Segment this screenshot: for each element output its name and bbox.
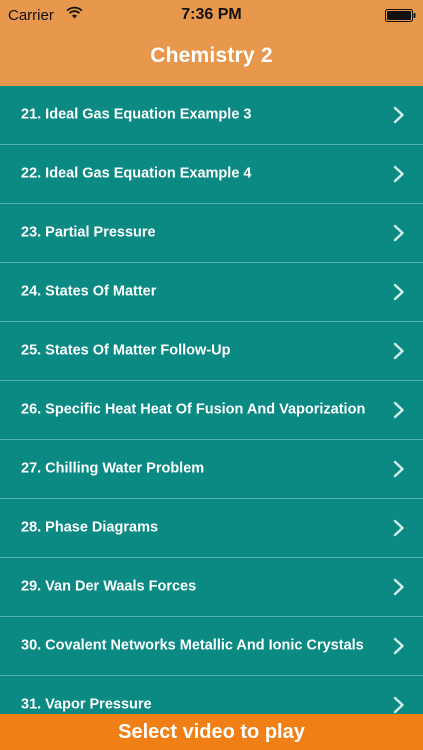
page-title: Chemistry 2 (150, 44, 273, 67)
list-item-label: 21. Ideal Gas Equation Example 3 (21, 106, 252, 123)
list-item-label: 24. States Of Matter (21, 283, 157, 300)
list-item-label: 31. Vapor Pressure (21, 696, 152, 713)
chevron-right-icon (393, 637, 404, 655)
chevron-right-icon (393, 401, 404, 419)
list-item-label: 29. Van Der Waals Forces (21, 578, 197, 595)
footer-label: Select video to play (118, 721, 305, 743)
list-item[interactable]: 21. Ideal Gas Equation Example 3 (0, 86, 423, 145)
list-item-label: 25. States Of Matter Follow-Up (21, 342, 231, 359)
list-item-label: 22. Ideal Gas Equation Example 4 (21, 165, 252, 182)
list-item-label: 28. Phase Diagrams (21, 519, 159, 536)
list-item[interactable]: 23. Partial Pressure (0, 204, 423, 263)
list-item[interactable]: 31. Vapor Pressure (0, 676, 423, 714)
select-video-banner: Select video to play (0, 714, 423, 750)
list-item[interactable]: 28. Phase Diagrams (0, 499, 423, 558)
list-item[interactable]: 22. Ideal Gas Equation Example 4 (0, 145, 423, 204)
chevron-right-icon (393, 283, 404, 301)
list-item-label: 27. Chilling Water Problem (21, 460, 205, 477)
list-item-label: 30. Covalent Networks Metallic And Ionic… (21, 637, 364, 654)
list-item[interactable]: 29. Van Der Waals Forces (0, 558, 423, 617)
list-item[interactable]: 27. Chilling Water Problem (0, 440, 423, 499)
clock-time: 7:36 PM (181, 6, 242, 23)
chevron-right-icon (393, 106, 404, 124)
video-list[interactable]: 21. Ideal Gas Equation Example 3 22. Ide… (0, 86, 423, 714)
chevron-right-icon (393, 342, 404, 360)
navigation-bar: Chemistry 2 (0, 30, 423, 87)
chevron-right-icon (393, 578, 404, 596)
chevron-right-icon (393, 165, 404, 183)
list-item-label: 26. Specific Heat Heat Of Fusion And Vap… (21, 401, 366, 418)
list-item[interactable]: 25. States Of Matter Follow-Up (0, 322, 423, 381)
chevron-right-icon (393, 519, 404, 537)
chevron-right-icon (393, 696, 404, 714)
list-item-label: 23. Partial Pressure (21, 224, 156, 241)
list-item[interactable]: 24. States Of Matter (0, 263, 423, 322)
chevron-right-icon (393, 224, 404, 242)
list-item[interactable]: 30. Covalent Networks Metallic And Ionic… (0, 617, 423, 676)
battery-icon (385, 9, 416, 22)
chevron-right-icon (393, 460, 404, 478)
status-bar: Carrier 7:36 PM (0, 0, 423, 30)
list-item[interactable]: 26. Specific Heat Heat Of Fusion And Vap… (0, 381, 423, 440)
